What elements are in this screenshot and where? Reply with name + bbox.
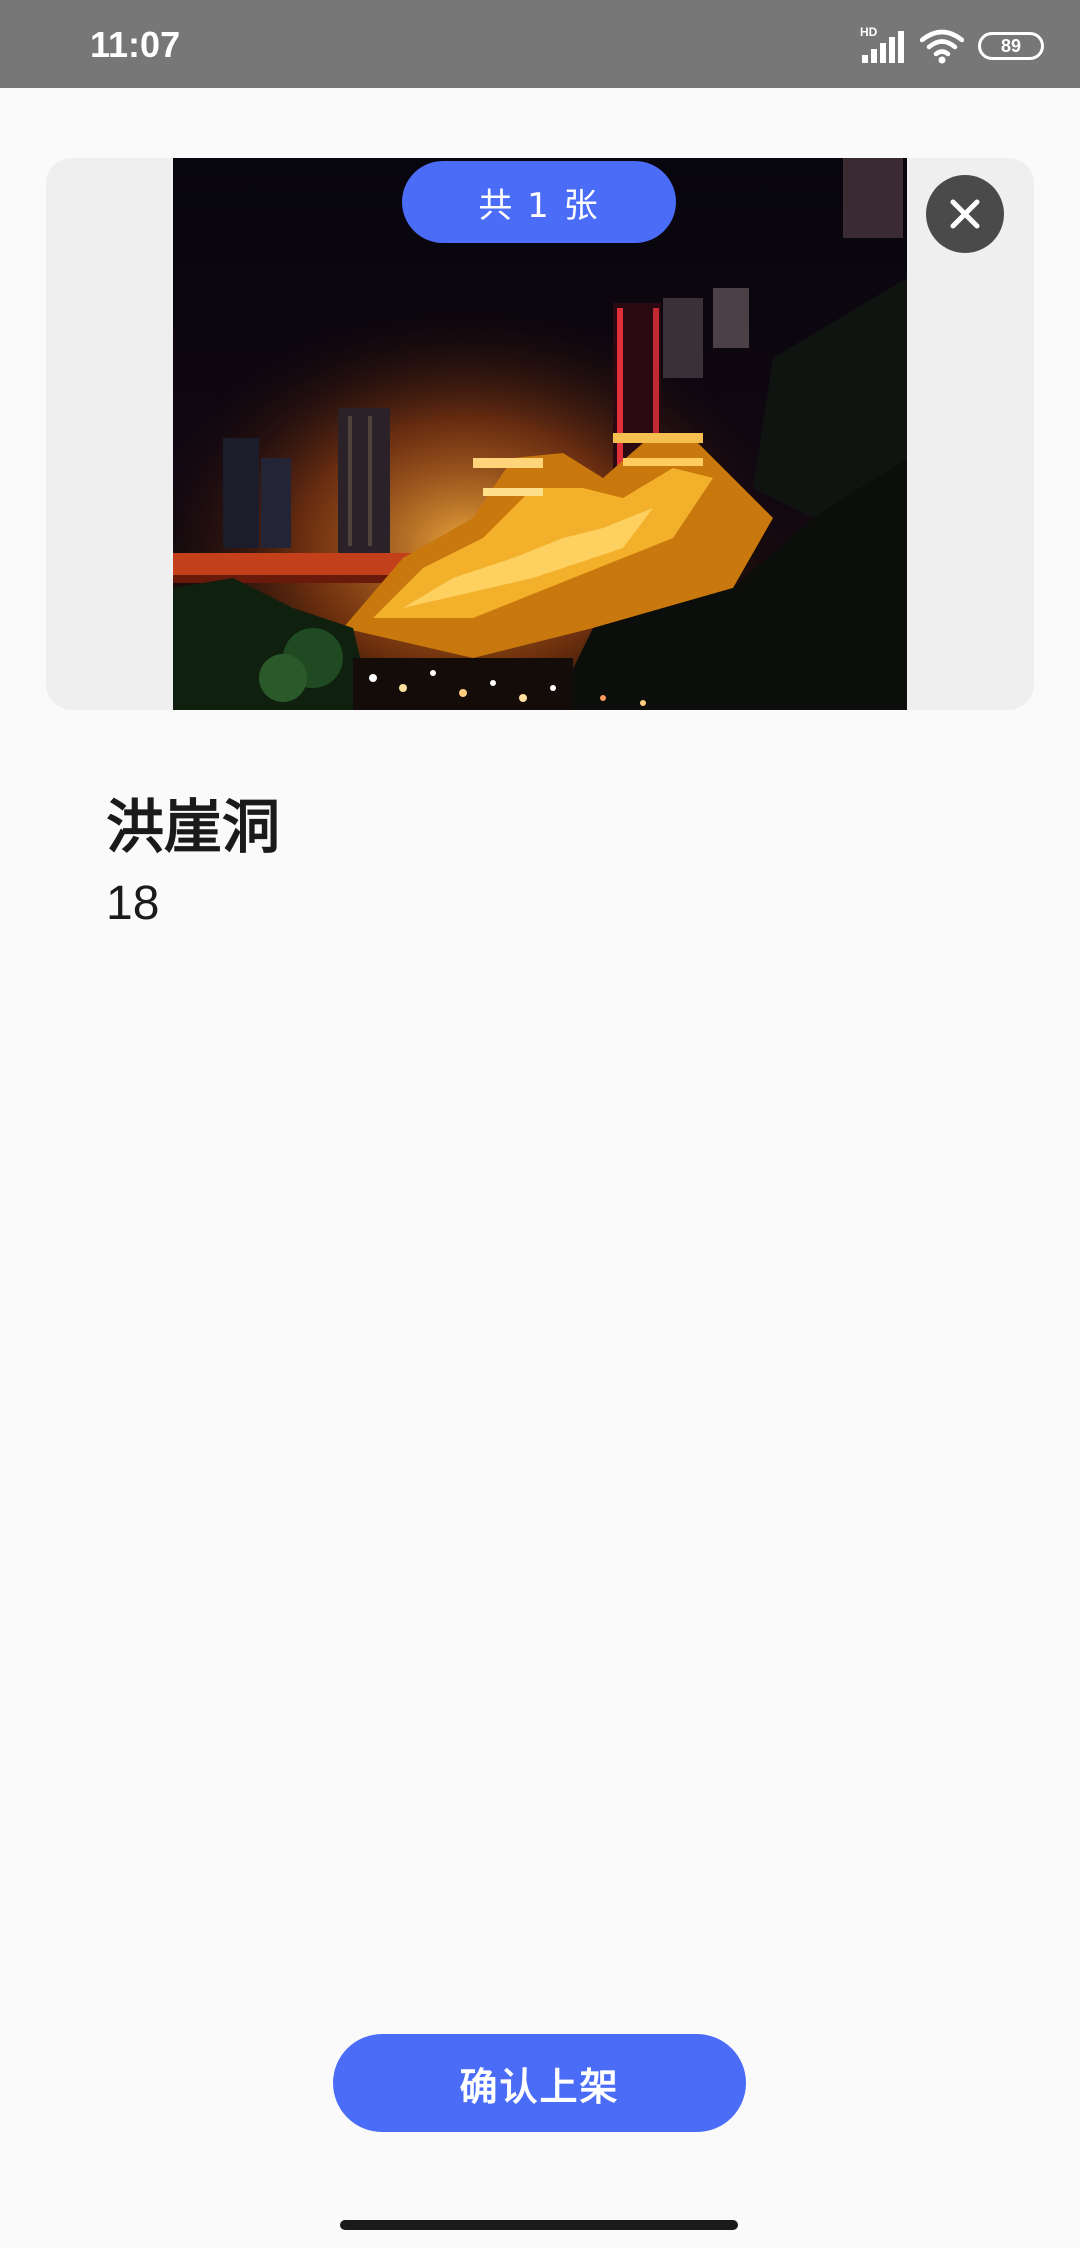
battery-icon: 89	[978, 32, 1044, 60]
close-icon	[950, 199, 980, 229]
confirm-list-button[interactable]: 确认上架	[333, 2034, 746, 2132]
battery-level: 89	[1000, 35, 1022, 56]
status-icons: HD 89	[860, 24, 1044, 68]
network-label: HD	[860, 25, 878, 39]
item-title: 洪崖洞	[106, 793, 281, 861]
photo-count-badge[interactable]: 共 1 张	[402, 161, 676, 243]
home-indicator[interactable]	[340, 2220, 738, 2230]
close-button[interactable]	[926, 175, 1004, 253]
status-bar: 11:07 HD 89	[0, 0, 1080, 88]
signal-icon: HD	[860, 25, 906, 65]
item-price: 18	[106, 877, 160, 930]
wifi-icon	[920, 29, 964, 64]
status-time: 11:07	[90, 24, 181, 65]
